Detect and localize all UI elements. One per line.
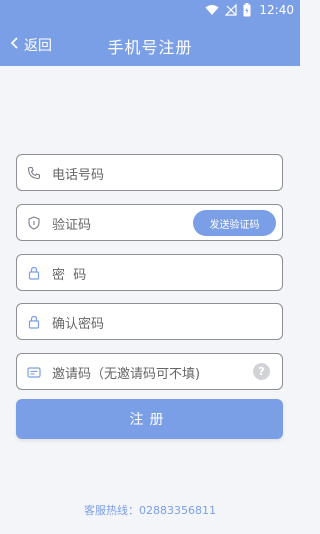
nav-bar: 返回 手机号注册 <box>0 24 300 64</box>
shield-icon <box>27 215 41 230</box>
code-placeholder: 验证码 <box>52 218 92 233</box>
confirm-password-placeholder: 确认密码 <box>52 317 105 332</box>
password-placeholder: 密 码 <box>52 268 87 283</box>
battery-icon <box>243 3 251 17</box>
register-button[interactable]: 注册 <box>16 399 283 439</box>
customer-hotline[interactable]: 客服热线：02883356811 <box>0 502 300 518</box>
password-field[interactable]: 密 码 <box>16 254 283 291</box>
app-header: 12:40 返回 手机号注册 <box>0 0 300 66</box>
phone-field[interactable]: 电话号码 <box>16 154 283 191</box>
signal-icon <box>225 4 238 16</box>
page-title: 手机号注册 <box>107 38 193 57</box>
status-bar: 12:40 <box>0 0 300 20</box>
phone-icon <box>27 165 41 180</box>
confirm-password-field[interactable]: 确认密码 <box>16 303 283 340</box>
invite-code-placeholder: 邀请码（无邀请码可不填) <box>52 367 201 382</box>
send-code-button[interactable]: 发送验证码 <box>193 210 276 236</box>
lock-icon <box>27 265 41 280</box>
phone-placeholder: 电话号码 <box>52 168 105 183</box>
code-field[interactable]: 验证码 发送验证码 <box>16 204 283 241</box>
wifi-icon <box>205 4 219 16</box>
invite-card-icon <box>27 364 41 378</box>
status-time: 12:40 <box>259 3 294 17</box>
lock-icon <box>27 314 41 329</box>
invite-code-field[interactable]: 邀请码（无邀请码可不填) ? <box>16 353 283 390</box>
help-icon[interactable]: ? <box>253 363 270 380</box>
